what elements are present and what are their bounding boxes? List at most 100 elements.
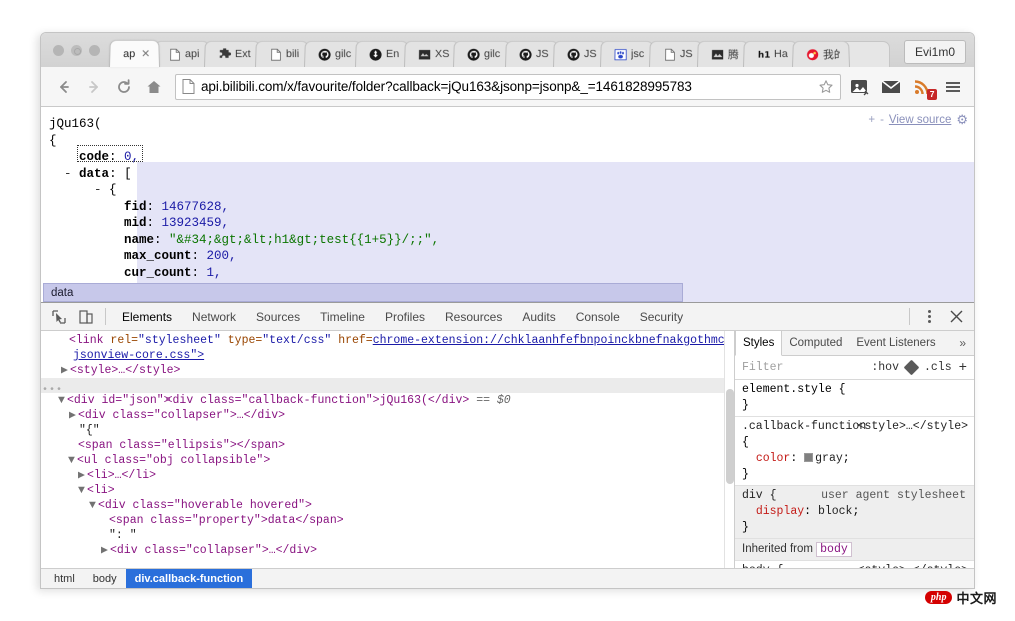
browser-tab[interactable]: gilc <box>303 40 362 67</box>
tab-sources[interactable]: Sources <box>246 303 310 331</box>
browser-tab[interactable]: 我的 <box>791 40 850 67</box>
dom-line[interactable]: ": " <box>41 528 734 543</box>
browser-tab[interactable]: h1 Ha <box>742 40 798 67</box>
tab-timeline[interactable]: Timeline <box>310 303 375 331</box>
scrollbar-thumb[interactable] <box>726 389 734 484</box>
inherited-tag-chip[interactable]: body <box>816 542 852 557</box>
collapse-triangle-icon[interactable]: ▼ <box>89 498 98 513</box>
json-line[interactable]: - { <box>49 182 974 199</box>
dom-line[interactable]: jsonview-core.css"> <box>41 348 734 363</box>
color-scheme-icon[interactable] <box>903 359 920 376</box>
tab-label: Network <box>192 309 237 324</box>
dom-attr: href= <box>338 334 373 347</box>
browser-tab[interactable]: api <box>154 40 211 67</box>
close-icon[interactable] <box>943 304 970 330</box>
mail-icon[interactable] <box>880 76 902 98</box>
collapse-triangle-icon[interactable]: ▼ <box>78 483 87 498</box>
window-close-dot[interactable] <box>53 44 64 56</box>
browser-tab-active[interactable]: ap ✕ <box>109 39 161 67</box>
window-controls[interactable] <box>49 33 109 67</box>
menu-icon[interactable] <box>942 76 964 98</box>
tab-styles[interactable]: Styles <box>735 331 783 356</box>
collapse-toggle[interactable]: - <box>94 183 102 197</box>
close-icon[interactable]: ✕ <box>141 47 150 60</box>
tab-network[interactable]: Network <box>182 303 246 331</box>
style-declaration[interactable]: color: gray; <box>742 451 967 467</box>
expand-triangle-icon[interactable]: ▶ <box>78 468 87 483</box>
cls-button[interactable]: .cls <box>924 361 952 374</box>
tab-audits[interactable]: Audits <box>512 303 565 331</box>
more-options-icon[interactable] <box>916 304 943 330</box>
rule-stylesheet-link[interactable]: <style>…</style> <box>858 563 968 568</box>
browser-tab[interactable]: JS <box>504 40 559 67</box>
dom-line[interactable]: <link rel="stylesheet" type="text/css" h… <box>41 333 734 348</box>
home-button[interactable] <box>139 72 169 102</box>
browser-tab[interactable]: Ext <box>204 40 262 67</box>
style-rule-div-ua[interactable]: user agent stylesheet div { display: blo… <box>735 486 974 539</box>
collapse-triangle-icon[interactable]: ▼ <box>68 453 77 468</box>
window-maximize-dot[interactable] <box>89 44 100 56</box>
reload-button[interactable] <box>109 72 139 102</box>
rule-stylesheet-link[interactable]: <style>…</style> <box>858 419 968 435</box>
color-swatch[interactable] <box>804 453 814 462</box>
back-button[interactable] <box>49 72 79 102</box>
address-bar[interactable]: api.bilibili.com/x/favourite/folder?call… <box>175 73 841 100</box>
dom-href-value-part2[interactable]: jsonview-core.css"> <box>73 349 204 362</box>
dom-line[interactable]: "{" <box>41 423 734 438</box>
expand-triangle-icon[interactable]: ▶ <box>69 408 78 423</box>
browser-tab[interactable]: gilc <box>453 40 511 67</box>
dom-line[interactable]: ▼ <li> <box>41 483 734 498</box>
tab-security[interactable]: Security <box>630 303 693 331</box>
window-minimize-dot[interactable] <box>71 44 82 56</box>
style-declaration[interactable]: display: block; <box>742 504 967 520</box>
dom-line[interactable]: ▼ <div id="json"> <box>41 393 734 408</box>
tab-console[interactable]: Console <box>566 303 630 331</box>
collapse-triangle-icon[interactable]: ▼ <box>58 393 67 408</box>
style-rule-element-style[interactable]: element.style { } <box>735 380 974 417</box>
dom-line[interactable]: ▶ <div class="collapser">…</div> <box>41 543 734 558</box>
expand-triangle-icon[interactable]: ▶ <box>61 363 70 378</box>
tab-event-listeners[interactable]: Event Listeners <box>849 331 942 356</box>
tab-elements[interactable]: Elements <box>112 303 182 331</box>
browser-tab[interactable]: JS <box>552 40 607 67</box>
browser-tab[interactable]: En <box>355 40 410 67</box>
expand-triangle-icon[interactable]: ▶ <box>101 543 110 558</box>
styles-filter-input[interactable]: Filter <box>742 361 864 374</box>
browser-tab[interactable]: XS <box>403 40 460 67</box>
dom-tree-scrollbar[interactable] <box>724 331 734 568</box>
more-tabs-icon[interactable]: » <box>951 336 974 350</box>
forward-button[interactable] <box>79 72 109 102</box>
style-rule-callback-function[interactable]: <style>…</style> .callback-function { co… <box>735 417 974 486</box>
dom-line[interactable]: ▼ <ul class="obj collapsible"> <box>41 453 734 468</box>
inspect-element-icon[interactable] <box>45 304 72 330</box>
dom-line[interactable]: ▼ <div class="hoverable hovered"> <box>41 498 734 513</box>
device-toolbar-icon[interactable] <box>72 304 99 330</box>
browser-tab[interactable]: 腾 <box>696 40 749 67</box>
dom-line-selected[interactable]: ••• <div class="callback-function">jQu163… <box>41 378 734 407</box>
dom-line[interactable]: ▶ <li>…</li> <box>41 468 734 483</box>
new-style-rule-button[interactable]: + <box>959 360 967 376</box>
dom-line[interactable]: ▶ <div class="collapser">…</div> <box>41 408 734 423</box>
bookmark-star-icon[interactable] <box>818 79 834 95</box>
rss-icon[interactable]: 7 <box>911 76 937 100</box>
browser-tab[interactable]: bili <box>255 40 310 67</box>
dom-href-value-part1[interactable]: chrome-extension://chklaanhfefbnpoinckbn… <box>373 334 732 347</box>
browser-tab[interactable]: JS <box>648 40 703 67</box>
profile-button[interactable]: Evi1m0 <box>903 40 966 64</box>
json-line-data[interactable]: - data: [ <box>49 166 974 183</box>
breadcrumb-div-callback-function[interactable]: div.callback-function <box>125 568 253 588</box>
browser-tab[interactable]: jsc <box>600 40 655 67</box>
breadcrumb-html[interactable]: html <box>45 569 84 589</box>
dom-tree-pane[interactable]: <link rel="stylesheet" type="text/css" h… <box>41 331 735 568</box>
dom-line[interactable]: ▶ <style>…</style> <box>41 363 734 378</box>
screenshot-icon[interactable] <box>849 76 871 98</box>
tab-resources[interactable]: Resources <box>435 303 512 331</box>
collapse-toggle[interactable]: - <box>64 167 72 181</box>
dom-line[interactable]: <span class="property">data</span> <box>41 513 734 528</box>
dom-line[interactable]: <span class="ellipsis"></span> <box>41 438 734 453</box>
tab-profiles[interactable]: Profiles <box>375 303 435 331</box>
tab-computed[interactable]: Computed <box>782 331 849 356</box>
style-rule-body[interactable]: <style>…</style> body { <box>735 561 974 568</box>
breadcrumb-body[interactable]: body <box>84 569 126 589</box>
hov-button[interactable]: :hov <box>871 361 899 374</box>
